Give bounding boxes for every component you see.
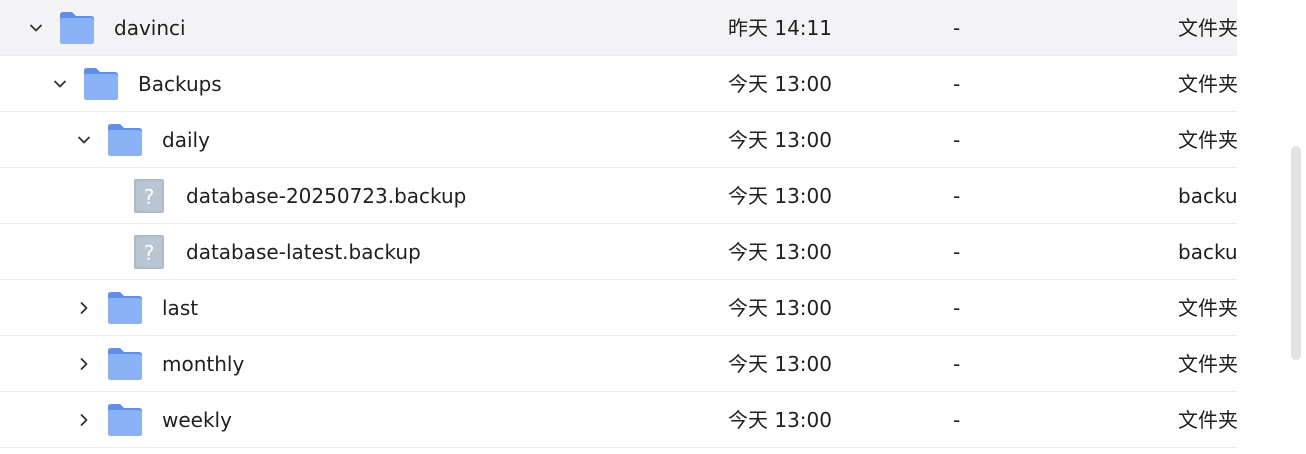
- row-name: database-latest.backup: [186, 240, 421, 264]
- row-date: 今天 13:00: [728, 72, 832, 96]
- svg-text:?: ?: [144, 241, 155, 265]
- row-type: backup: [1178, 240, 1237, 264]
- row-date: 今天 13:00: [728, 128, 832, 152]
- file-tree-list: davinci 昨天 14:11 - 文件夹 Backups 今天 13:00 …: [0, 0, 1237, 454]
- row-size: -: [953, 296, 961, 320]
- row-type: 文件夹: [1178, 16, 1237, 40]
- tree-row-database-latest[interactable]: ? database-latest.backup 今天 13:00 - back…: [0, 224, 1237, 280]
- row-date: 今天 13:00: [728, 296, 832, 320]
- tree-row-davinci[interactable]: davinci 昨天 14:11 - 文件夹: [0, 0, 1237, 56]
- row-type: 文件夹: [1178, 408, 1237, 432]
- row-name: davinci: [114, 16, 186, 40]
- row-name: database-20250723.backup: [186, 184, 467, 208]
- folder-icon: [106, 290, 144, 326]
- row-size: -: [953, 408, 961, 432]
- row-name: monthly: [162, 352, 245, 376]
- row-name: Backups: [138, 72, 222, 96]
- row-size: -: [953, 72, 961, 96]
- tree-row-monthly[interactable]: monthly 今天 13:00 - 文件夹: [0, 336, 1237, 392]
- row-size: -: [953, 352, 961, 376]
- folder-icon: [106, 122, 144, 158]
- chevron-down-icon[interactable]: [51, 75, 69, 93]
- unknown-file-icon: ?: [130, 178, 168, 214]
- row-type: 文件夹: [1178, 352, 1237, 376]
- chevron-right-icon[interactable]: [75, 355, 93, 373]
- row-type: 文件夹: [1178, 72, 1237, 96]
- folder-icon: [106, 346, 144, 382]
- row-date: 昨天 14:11: [728, 16, 832, 40]
- row-size: -: [953, 240, 961, 264]
- row-name: daily: [162, 128, 210, 152]
- chevron-right-icon[interactable]: [75, 411, 93, 429]
- row-name: last: [162, 296, 199, 320]
- chevron-down-icon[interactable]: [27, 19, 45, 37]
- tree-row-database-20250723[interactable]: ? database-20250723.backup 今天 13:00 - ba…: [0, 168, 1237, 224]
- row-type: backup: [1178, 184, 1237, 208]
- folder-icon: [82, 66, 120, 102]
- folder-icon: [106, 402, 144, 438]
- tree-row-backups[interactable]: Backups 今天 13:00 - 文件夹: [0, 56, 1237, 112]
- tree-row-weekly[interactable]: weekly 今天 13:00 - 文件夹: [0, 392, 1237, 448]
- folder-icon: [58, 10, 96, 46]
- row-size: -: [953, 184, 961, 208]
- chevron-right-icon[interactable]: [75, 299, 93, 317]
- chevron-down-icon[interactable]: [75, 131, 93, 149]
- row-type: 文件夹: [1178, 128, 1237, 152]
- row-type: 文件夹: [1178, 296, 1237, 320]
- row-size: -: [953, 128, 961, 152]
- tree-row-last[interactable]: last 今天 13:00 - 文件夹: [0, 280, 1237, 336]
- unknown-file-icon: ?: [130, 234, 168, 270]
- row-name: weekly: [162, 408, 232, 432]
- svg-text:?: ?: [144, 185, 155, 209]
- scrollbar-thumb[interactable]: [1291, 146, 1301, 360]
- tree-row-daily[interactable]: daily 今天 13:00 - 文件夹: [0, 112, 1237, 168]
- row-date: 今天 13:00: [728, 408, 832, 432]
- row-date: 今天 13:00: [728, 240, 832, 264]
- row-date: 今天 13:00: [728, 184, 832, 208]
- row-date: 今天 13:00: [728, 352, 832, 376]
- row-size: -: [953, 16, 961, 40]
